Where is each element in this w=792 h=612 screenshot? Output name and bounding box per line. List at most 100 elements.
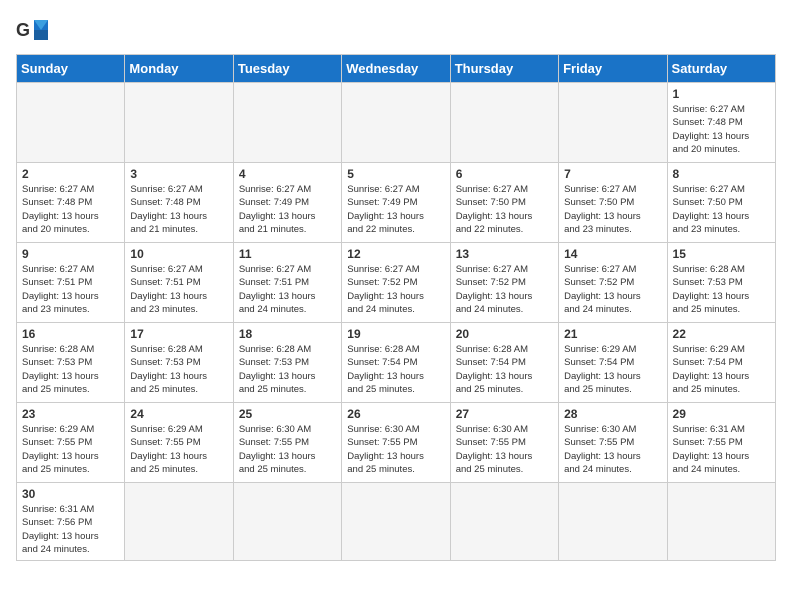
weekday-header-sunday: Sunday	[17, 55, 125, 83]
day-number: 3	[130, 167, 227, 181]
calendar-cell: 28 Sunrise: 6:30 AMSunset: 7:55 PMDayligh…	[559, 403, 667, 483]
calendar-cell: 16Sunrise: 6:28 AMSunset: 7:53 PMDayligh…	[17, 323, 125, 403]
calendar-cell: 11 Sunrise: 6:27 AMSunset: 7:51 PMDayligh…	[233, 243, 341, 323]
day-number: 4	[239, 167, 336, 181]
day-number: 11	[239, 247, 336, 261]
calendar-cell: 12 Sunrise: 6:27 AMSunset: 7:52 PMDayligh…	[342, 243, 450, 323]
day-number: 13	[456, 247, 553, 261]
day-info: Sunrise: 6:30 AMSunset: 7:55 PMDaylight:…	[347, 423, 444, 476]
day-number: 30	[22, 487, 119, 501]
calendar-table: SundayMondayTuesdayWednesdayThursdayFrid…	[16, 54, 776, 561]
calendar-cell	[559, 83, 667, 163]
day-number: 14	[564, 247, 661, 261]
weekday-header-thursday: Thursday	[450, 55, 558, 83]
calendar-cell: 3Sunrise: 6:27 AMSunset: 7:48 PMDaylight…	[125, 163, 233, 243]
calendar-cell: 9 Sunrise: 6:27 AMSunset: 7:51 PMDaylight…	[17, 243, 125, 323]
calendar-cell: 4 Sunrise: 6:27 AMSunset: 7:49 PMDaylight…	[233, 163, 341, 243]
day-info: Sunrise: 6:27 AMSunset: 7:50 PMDaylight:…	[456, 183, 553, 236]
calendar-cell	[17, 83, 125, 163]
svg-text:G: G	[16, 20, 30, 40]
calendar-cell: 24 Sunrise: 6:29 AMSunset: 7:55 PMDayligh…	[125, 403, 233, 483]
calendar-cell: 2 Sunrise: 6:27 AMSunset: 7:48 PMDaylight…	[17, 163, 125, 243]
day-info: Sunrise: 6:27 AMSunset: 7:51 PMDaylight:…	[239, 263, 336, 316]
day-info: Sunrise: 6:30 AMSunset: 7:55 PMDaylight:…	[456, 423, 553, 476]
day-number: 5	[347, 167, 444, 181]
calendar-cell: 29 Sunrise: 6:31 AMSunset: 7:55 PMDayligh…	[667, 403, 775, 483]
calendar-week-4: 16Sunrise: 6:28 AMSunset: 7:53 PMDayligh…	[17, 323, 776, 403]
day-number: 19	[347, 327, 444, 341]
day-number: 23	[22, 407, 119, 421]
day-number: 22	[673, 327, 770, 341]
day-info: Sunrise: 6:27 AMSunset: 7:48 PMDaylight:…	[22, 183, 119, 236]
calendar-cell: 15Sunrise: 6:28 AMSunset: 7:53 PMDayligh…	[667, 243, 775, 323]
day-number: 15	[673, 247, 770, 261]
day-number: 26	[347, 407, 444, 421]
calendar-cell: 7 Sunrise: 6:27 AMSunset: 7:50 PMDaylight…	[559, 163, 667, 243]
day-info: Sunrise: 6:31 AMSunset: 7:55 PMDaylight:…	[673, 423, 770, 476]
day-info: Sunrise: 6:29 AMSunset: 7:54 PMDaylight:…	[564, 343, 661, 396]
calendar-cell	[125, 483, 233, 561]
day-number: 20	[456, 327, 553, 341]
calendar-cell	[342, 483, 450, 561]
day-info: Sunrise: 6:28 AMSunset: 7:53 PMDaylight:…	[130, 343, 227, 396]
day-info: Sunrise: 6:27 AMSunset: 7:50 PMDaylight:…	[564, 183, 661, 236]
day-number: 24	[130, 407, 227, 421]
day-number: 6	[456, 167, 553, 181]
calendar-cell: 1Sunrise: 6:27 AMSunset: 7:48 PMDaylight…	[667, 83, 775, 163]
calendar-cell: 5Sunrise: 6:27 AMSunset: 7:49 PMDaylight…	[342, 163, 450, 243]
day-info: Sunrise: 6:30 AMSunset: 7:55 PMDaylight:…	[239, 423, 336, 476]
day-info: Sunrise: 6:28 AMSunset: 7:53 PMDaylight:…	[22, 343, 119, 396]
calendar-cell	[342, 83, 450, 163]
day-number: 8	[673, 167, 770, 181]
calendar-cell: 22 Sunrise: 6:29 AMSunset: 7:54 PMDayligh…	[667, 323, 775, 403]
day-number: 25	[239, 407, 336, 421]
day-number: 17	[130, 327, 227, 341]
day-info: Sunrise: 6:28 AMSunset: 7:54 PMDaylight:…	[456, 343, 553, 396]
calendar-cell: 13 Sunrise: 6:27 AMSunset: 7:52 PMDayligh…	[450, 243, 558, 323]
day-info: Sunrise: 6:29 AMSunset: 7:55 PMDaylight:…	[22, 423, 119, 476]
calendar-cell	[667, 483, 775, 561]
day-number: 29	[673, 407, 770, 421]
calendar-cell: 20 Sunrise: 6:28 AMSunset: 7:54 PMDayligh…	[450, 323, 558, 403]
weekday-header-wednesday: Wednesday	[342, 55, 450, 83]
calendar-cell	[450, 483, 558, 561]
day-number: 12	[347, 247, 444, 261]
day-info: Sunrise: 6:29 AMSunset: 7:55 PMDaylight:…	[130, 423, 227, 476]
calendar-cell	[233, 83, 341, 163]
day-number: 7	[564, 167, 661, 181]
day-info: Sunrise: 6:30 AMSunset: 7:55 PMDaylight:…	[564, 423, 661, 476]
day-info: Sunrise: 6:27 AMSunset: 7:52 PMDaylight:…	[347, 263, 444, 316]
calendar-cell: 18Sunrise: 6:28 AMSunset: 7:53 PMDayligh…	[233, 323, 341, 403]
calendar-week-2: 2 Sunrise: 6:27 AMSunset: 7:48 PMDaylight…	[17, 163, 776, 243]
weekday-header-row: SundayMondayTuesdayWednesdayThursdayFrid…	[17, 55, 776, 83]
calendar-cell	[125, 83, 233, 163]
day-number: 27	[456, 407, 553, 421]
day-number: 21	[564, 327, 661, 341]
day-info: Sunrise: 6:27 AMSunset: 7:49 PMDaylight:…	[239, 183, 336, 236]
day-info: Sunrise: 6:27 AMSunset: 7:52 PMDaylight:…	[564, 263, 661, 316]
day-info: Sunrise: 6:27 AMSunset: 7:51 PMDaylight:…	[130, 263, 227, 316]
calendar-cell	[559, 483, 667, 561]
calendar-cell	[450, 83, 558, 163]
day-info: Sunrise: 6:31 AMSunset: 7:56 PMDaylight:…	[22, 503, 119, 556]
day-info: Sunrise: 6:27 AMSunset: 7:52 PMDaylight:…	[456, 263, 553, 316]
calendar-week-5: 23 Sunrise: 6:29 AMSunset: 7:55 PMDayligh…	[17, 403, 776, 483]
calendar-cell	[233, 483, 341, 561]
calendar-cell: 8Sunrise: 6:27 AMSunset: 7:50 PMDaylight…	[667, 163, 775, 243]
day-number: 18	[239, 327, 336, 341]
weekday-header-saturday: Saturday	[667, 55, 775, 83]
day-number: 10	[130, 247, 227, 261]
day-number: 1	[673, 87, 770, 101]
calendar-cell: 26 Sunrise: 6:30 AMSunset: 7:55 PMDayligh…	[342, 403, 450, 483]
calendar-cell: 21 Sunrise: 6:29 AMSunset: 7:54 PMDayligh…	[559, 323, 667, 403]
day-number: 28	[564, 407, 661, 421]
logo-icon: G	[16, 16, 52, 44]
calendar-cell: 14 Sunrise: 6:27 AMSunset: 7:52 PMDayligh…	[559, 243, 667, 323]
calendar-cell: 27 Sunrise: 6:30 AMSunset: 7:55 PMDayligh…	[450, 403, 558, 483]
day-info: Sunrise: 6:29 AMSunset: 7:54 PMDaylight:…	[673, 343, 770, 396]
day-info: Sunrise: 6:27 AMSunset: 7:51 PMDaylight:…	[22, 263, 119, 316]
day-number: 2	[22, 167, 119, 181]
day-number: 9	[22, 247, 119, 261]
calendar-week-3: 9 Sunrise: 6:27 AMSunset: 7:51 PMDaylight…	[17, 243, 776, 323]
calendar-cell: 23 Sunrise: 6:29 AMSunset: 7:55 PMDayligh…	[17, 403, 125, 483]
